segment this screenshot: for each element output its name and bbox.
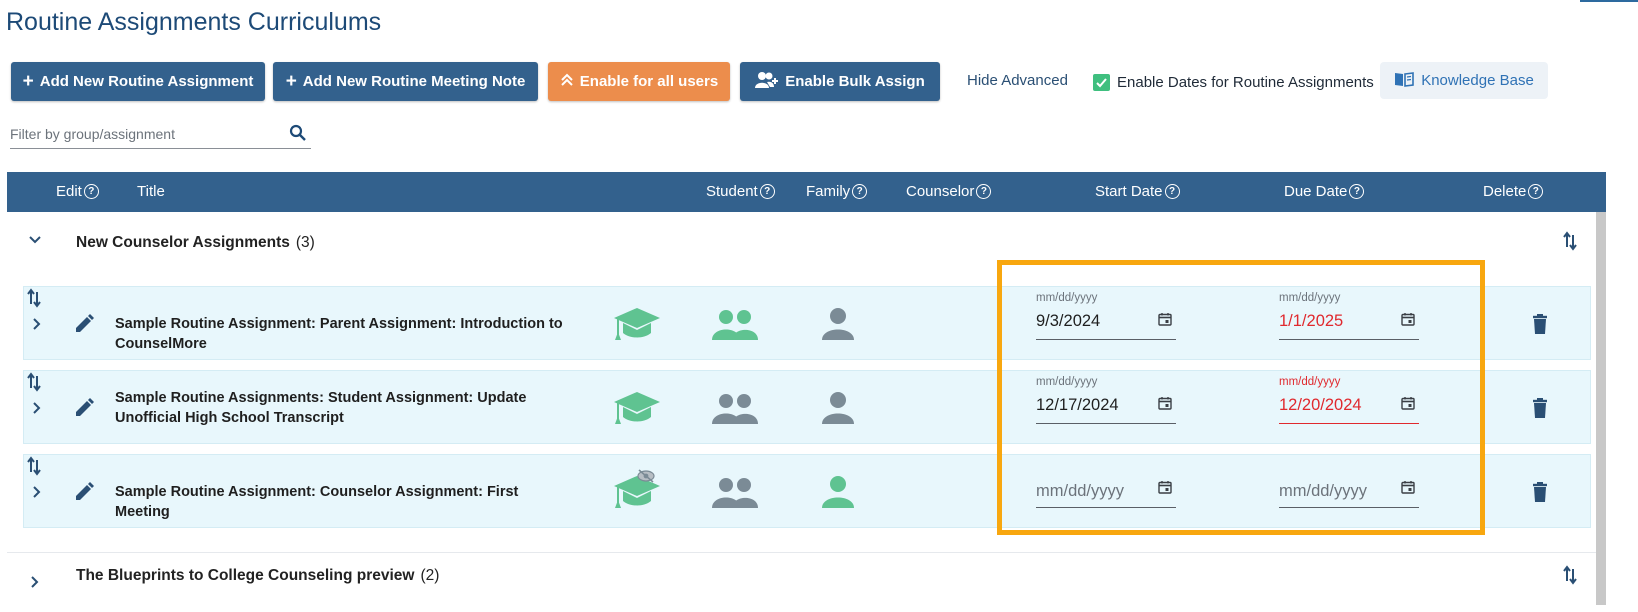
help-icon[interactable]: ?: [976, 184, 992, 199]
header-start-date: Start Date?: [1095, 183, 1180, 200]
assignment-title[interactable]: Sample Routine Assignment: Counselor Ass…: [115, 482, 565, 522]
double-chevron-up-icon: [560, 73, 574, 91]
enable-bulk-assign-button[interactable]: Enable Bulk Assign: [740, 62, 940, 101]
pencil-icon[interactable]: [74, 314, 94, 339]
enable-dates-label: Enable Dates for Routine Assignments: [1117, 74, 1374, 91]
chevron-down-icon[interactable]: [27, 232, 43, 253]
help-icon[interactable]: ?: [852, 184, 868, 199]
chevron-right-icon[interactable]: [30, 484, 44, 505]
header-family: Family?: [806, 183, 868, 200]
person-icon[interactable]: [821, 307, 855, 346]
header-counselor-label: Counselor: [906, 183, 975, 200]
graduation-cap-icon[interactable]: [612, 390, 662, 431]
group-count: (3): [295, 234, 315, 251]
family-icon[interactable]: [712, 393, 758, 430]
page-title: Routine Assignments Curriculums: [6, 8, 382, 36]
assignment-title[interactable]: Sample Routine Assignments: Student Assi…: [115, 388, 565, 428]
header-delete-label: Delete: [1483, 183, 1527, 200]
add-users-icon: [755, 71, 779, 93]
family-icon[interactable]: [712, 309, 758, 346]
header-delete: Delete?: [1483, 183, 1544, 200]
knowledge-base-button[interactable]: Knowledge Base: [1380, 62, 1548, 99]
eye-slash-icon: [636, 469, 656, 488]
filter-field: [10, 120, 311, 149]
hide-advanced-link[interactable]: Hide Advanced: [967, 72, 1068, 89]
chevron-right-icon[interactable]: [27, 574, 43, 595]
trash-icon[interactable]: [1532, 398, 1548, 423]
sort-arrows-icon[interactable]: [1562, 565, 1578, 590]
top-edge-accent: [1580, 0, 1638, 2]
header-student-label: Student: [706, 183, 758, 200]
person-icon[interactable]: [821, 475, 855, 514]
assignment-title[interactable]: Sample Routine Assignment: Parent Assign…: [115, 314, 565, 354]
help-icon[interactable]: ?: [759, 184, 775, 199]
trash-icon[interactable]: [1532, 314, 1548, 339]
add-meeting-note-label: Add New Routine Meeting Note: [302, 73, 526, 90]
header-due-date-label: Due Date: [1284, 183, 1348, 200]
search-icon[interactable]: [289, 124, 307, 147]
chevron-right-icon[interactable]: [30, 400, 44, 421]
enable-for-all-users-button[interactable]: Enable for all users: [548, 62, 730, 101]
person-icon[interactable]: [821, 391, 855, 430]
help-icon[interactable]: ?: [1528, 184, 1544, 199]
book-icon: [1394, 71, 1415, 91]
header-student: Student?: [706, 183, 775, 200]
knowledge-base-label: Knowledge Base: [1421, 72, 1534, 89]
enable-bulk-assign-label: Enable Bulk Assign: [785, 73, 925, 90]
group-title: New Counselor Assignments (3): [76, 234, 315, 252]
plus-icon: +: [22, 71, 34, 92]
family-icon[interactable]: [712, 477, 758, 514]
chevron-right-icon[interactable]: [30, 316, 44, 337]
group-row[interactable]: The Blueprints to College Counseling pre…: [7, 552, 1596, 612]
pencil-icon[interactable]: [74, 398, 94, 423]
check-icon: [1096, 78, 1107, 88]
scrollbar[interactable]: [1596, 212, 1606, 605]
sort-arrows-icon[interactable]: [26, 372, 42, 397]
add-routine-assignment-label: Add New Routine Assignment: [39, 73, 254, 90]
header-edit-label: Edit: [56, 183, 82, 200]
sort-arrows-icon[interactable]: [26, 456, 42, 481]
dates-highlight-box: [997, 260, 1485, 535]
add-routine-meeting-note-button[interactable]: + Add New Routine Meeting Note: [273, 62, 538, 101]
group-count: (2): [420, 567, 440, 584]
graduation-cap-icon[interactable]: [612, 306, 662, 347]
header-family-label: Family: [806, 183, 851, 200]
header-counselor: Counselor?: [906, 183, 992, 200]
plus-icon: +: [285, 71, 297, 92]
help-icon[interactable]: ?: [83, 184, 99, 199]
help-icon[interactable]: ?: [1349, 184, 1365, 199]
header-due-date: Due Date?: [1284, 183, 1365, 200]
filter-input[interactable]: [10, 120, 270, 148]
group-title-text: New Counselor Assignments: [76, 234, 290, 251]
enable-for-all-label: Enable for all users: [579, 73, 719, 90]
add-routine-assignment-button[interactable]: + Add New Routine Assignment: [11, 62, 265, 101]
group-title: The Blueprints to College Counseling pre…: [76, 567, 439, 585]
pencil-icon[interactable]: [74, 482, 94, 507]
help-icon[interactable]: ?: [1164, 184, 1180, 199]
group-title-text: The Blueprints to College Counseling pre…: [76, 567, 415, 584]
header-title-label: Title: [137, 183, 165, 200]
enable-dates-checkbox[interactable]: [1093, 74, 1110, 91]
header-edit: Edit?: [56, 183, 99, 200]
header-start-date-label: Start Date: [1095, 183, 1163, 200]
sort-arrows-icon[interactable]: [1562, 231, 1578, 256]
trash-icon[interactable]: [1532, 482, 1548, 507]
header-title: Title: [137, 183, 165, 200]
sort-arrows-icon[interactable]: [26, 288, 42, 313]
table-header: Edit? Title Student? Family? Counselor? …: [7, 172, 1606, 212]
